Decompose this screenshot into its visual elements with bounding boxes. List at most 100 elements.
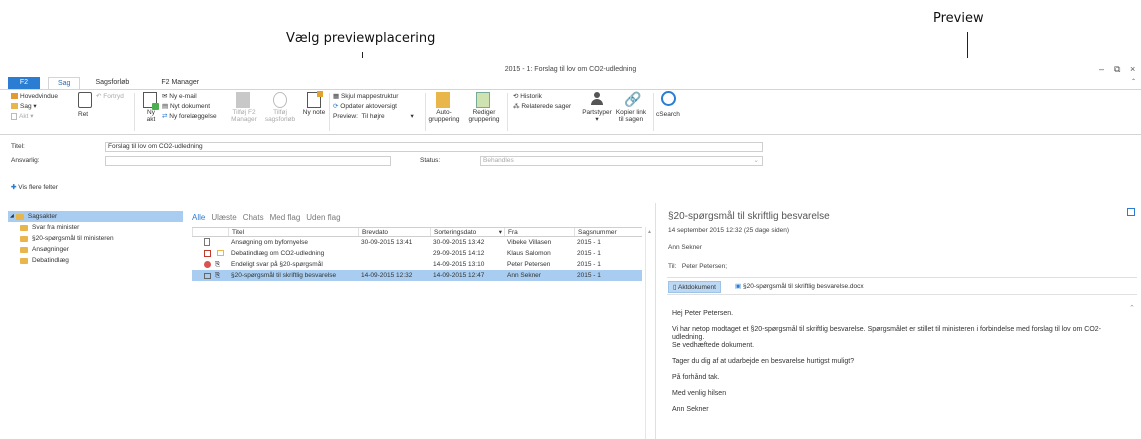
- aktdokument-tab[interactable]: ▯ Aktdokument: [668, 281, 721, 293]
- preview-scrollbar[interactable]: ⌃: [1129, 304, 1139, 439]
- plus-icon: ✚: [11, 184, 17, 191]
- ret-button[interactable]: Ret: [78, 110, 88, 119]
- case-icon: [11, 103, 18, 110]
- filter-alle[interactable]: Alle: [192, 213, 205, 222]
- skjul-mappestruktur-button[interactable]: ▦ Skjul mappestruktur: [333, 92, 398, 101]
- ansvarlig-label: Ansvarlig:: [11, 157, 40, 164]
- tree-item-sagsakter[interactable]: ◢ Sagsakter: [8, 211, 183, 222]
- row-brevdato: 30-09-2015 13:41: [361, 239, 413, 246]
- people-icon: [589, 92, 605, 108]
- ny-forelaeggelse-button[interactable]: ⇄ Ny forelæggelse: [162, 112, 217, 121]
- preview-placement-dropdown[interactable]: Preview: Til højre ▾: [333, 112, 414, 121]
- case-fields: Titel: Forslag til lov om CO2-udledning …: [0, 140, 1141, 191]
- row-title: Endeligt svar på §20-spørgsmål: [231, 261, 323, 268]
- pane-splitter[interactable]: [655, 203, 656, 439]
- plus-icon: [317, 91, 323, 97]
- ny-note-button[interactable]: Ny note: [302, 109, 326, 116]
- tilfoj-f2-manager-button[interactable]: Tilføj F2 Manager: [229, 109, 259, 123]
- chevron-down-icon: ⌄: [753, 157, 759, 164]
- note-icon: [307, 91, 323, 108]
- ny-akt-button[interactable]: Ny akt: [144, 109, 158, 123]
- row-fra: Vibeke Villasen: [507, 239, 552, 246]
- column-header-sorteringsdato[interactable]: Sorteringsdato ▾: [430, 228, 504, 236]
- vis-flere-felter-link[interactable]: ✚ Vis flere felter: [11, 183, 58, 191]
- tree-item[interactable]: Svar fra minister: [8, 222, 183, 233]
- autogruppering-button[interactable]: Auto-gruppering: [425, 109, 463, 123]
- kopier-link-button[interactable]: Kopier link til sagen: [614, 109, 648, 123]
- table-row-selected[interactable]: ⎘ §20-spørgsmål til skriftlig besvarelse…: [192, 270, 642, 281]
- collapse-ribbon-icon[interactable]: ⌃: [1131, 78, 1136, 85]
- tree-item[interactable]: Debatindlæg: [8, 255, 183, 266]
- table-row[interactable]: Ansøgning om byfornyelse 30-09-2015 13:4…: [192, 237, 642, 248]
- historik-button[interactable]: ⟲ Historik: [513, 92, 542, 101]
- close-button[interactable]: ×: [1130, 64, 1135, 74]
- body-paragraph: På forhånd tak.: [672, 374, 720, 381]
- new-document-icon: [143, 92, 159, 110]
- tree-item[interactable]: Ansøgninger: [8, 244, 183, 255]
- column-header-icons[interactable]: [192, 228, 228, 236]
- relaterede-sager-button[interactable]: ⁂ Relaterede sager: [513, 102, 571, 111]
- column-header-brevdato[interactable]: Brevdato: [358, 228, 430, 236]
- sort-desc-icon: ▾: [498, 229, 502, 236]
- tilfoj-sagsforlob-button[interactable]: Tilføj sagsforløb: [264, 109, 296, 123]
- sag-button[interactable]: Sag ▾: [11, 102, 37, 111]
- ribbon: Hovedvindue Sag ▾ Akt ▾ Ret ↶ Fortryd Ny…: [0, 89, 1141, 135]
- scroll-up-icon: ⌃: [1129, 305, 1135, 312]
- akt-button[interactable]: Akt ▾: [11, 112, 33, 121]
- link-icon: 🔗: [624, 91, 642, 107]
- edit-icon: [78, 92, 92, 108]
- edit-grouping-icon: [476, 92, 490, 108]
- opdater-aktoversigt-button[interactable]: ⟳ Opdater aktoversigt: [333, 102, 397, 111]
- row-fra: Peter Petersen: [507, 261, 551, 268]
- filter-ulaeste[interactable]: Ulæste: [211, 213, 236, 222]
- document-icon: ▯: [673, 284, 677, 291]
- nyt-dokument-button[interactable]: ▤ Nyt dokument: [162, 102, 210, 111]
- attachment-bar: ▯ Aktdokument ▣ §20-spørgsmål til skrift…: [667, 277, 1137, 295]
- column-header-sagsnummer[interactable]: Sagsnummer: [574, 228, 636, 236]
- popout-icon[interactable]: [1127, 208, 1135, 216]
- minimize-button[interactable]: –: [1099, 64, 1104, 74]
- body-paragraph: Hej Peter Petersen.: [672, 310, 734, 317]
- column-header-titel[interactable]: Titel: [228, 228, 358, 236]
- tree-item[interactable]: §20-spørgsmål til ministeren: [8, 233, 183, 244]
- csearch-icon: [661, 91, 676, 106]
- preview-body: Hej Peter Petersen. Vi har netop modtage…: [672, 310, 1132, 422]
- status-label: Status:: [420, 157, 441, 164]
- filter-uden-flag[interactable]: Uden flag: [306, 213, 340, 222]
- row-sagsnummer: 2015 - 1: [577, 261, 601, 268]
- presentation-icon: [204, 249, 211, 257]
- email-icon: [204, 272, 211, 279]
- ny-email-button[interactable]: ✉ Ny e-mail: [162, 92, 197, 101]
- body-paragraph: Tager du dig af at udarbejde en besvarel…: [672, 358, 855, 365]
- attachment-tab[interactable]: ▣ §20-spørgsmål til skriftlig besvarelse…: [731, 281, 868, 293]
- filter-bar: Alle Ulæste Chats Med flag Uden flag: [192, 213, 341, 222]
- filter-med-flag[interactable]: Med flag: [270, 213, 301, 222]
- annotation-placement: Vælg previewplacering: [286, 31, 436, 46]
- ansvarlig-input[interactable]: [105, 156, 391, 166]
- document-icon: [11, 112, 17, 120]
- folder-icon: [20, 235, 28, 242]
- table-row[interactable]: ⎘ Endeligt svar på §20-spørgsmål 14-09-2…: [192, 259, 642, 270]
- column-header-fra[interactable]: Fra: [504, 228, 574, 236]
- status-select[interactable]: Behandles ⌄: [480, 156, 763, 166]
- folder-icon: [15, 213, 24, 220]
- row-fra: Ann Sekner: [507, 272, 541, 279]
- document-grid: Titel Brevdato Sorteringsdato ▾ Fra Sagsn…: [192, 227, 642, 281]
- rediger-gruppering-button[interactable]: Rediger gruppering: [464, 109, 504, 123]
- attachment-icon: ⎘: [215, 272, 221, 279]
- row-sorteringsdato: 14-09-2015 12:47: [433, 272, 485, 279]
- row-title: Debatindlæg om CO2-udledning: [231, 250, 325, 257]
- row-sagsnummer: 2015 - 1: [577, 239, 601, 246]
- csearch-button[interactable]: cSearch: [656, 110, 680, 119]
- fortryd-button[interactable]: ↶ Fortryd: [96, 92, 124, 101]
- hovedvindue-button[interactable]: Hovedvindue: [11, 92, 58, 101]
- grid-scrollbar[interactable]: ▲: [645, 227, 653, 439]
- row-title: §20-spørgsmål til skriftlig besvarelse: [231, 272, 337, 279]
- row-sagsnummer: 2015 - 1: [577, 272, 601, 279]
- partstyper-button[interactable]: Partstyper ▾: [580, 109, 614, 123]
- titel-input[interactable]: Forslag til lov om CO2-udledning: [105, 142, 763, 152]
- restore-button[interactable]: ⧉: [1114, 64, 1120, 75]
- table-row[interactable]: Debatindlæg om CO2-udledning 29-09-2015 …: [192, 248, 642, 259]
- body-paragraph: Vi har netop modtaget et §20-spørgsmål t…: [672, 326, 1101, 349]
- filter-chats[interactable]: Chats: [243, 213, 264, 222]
